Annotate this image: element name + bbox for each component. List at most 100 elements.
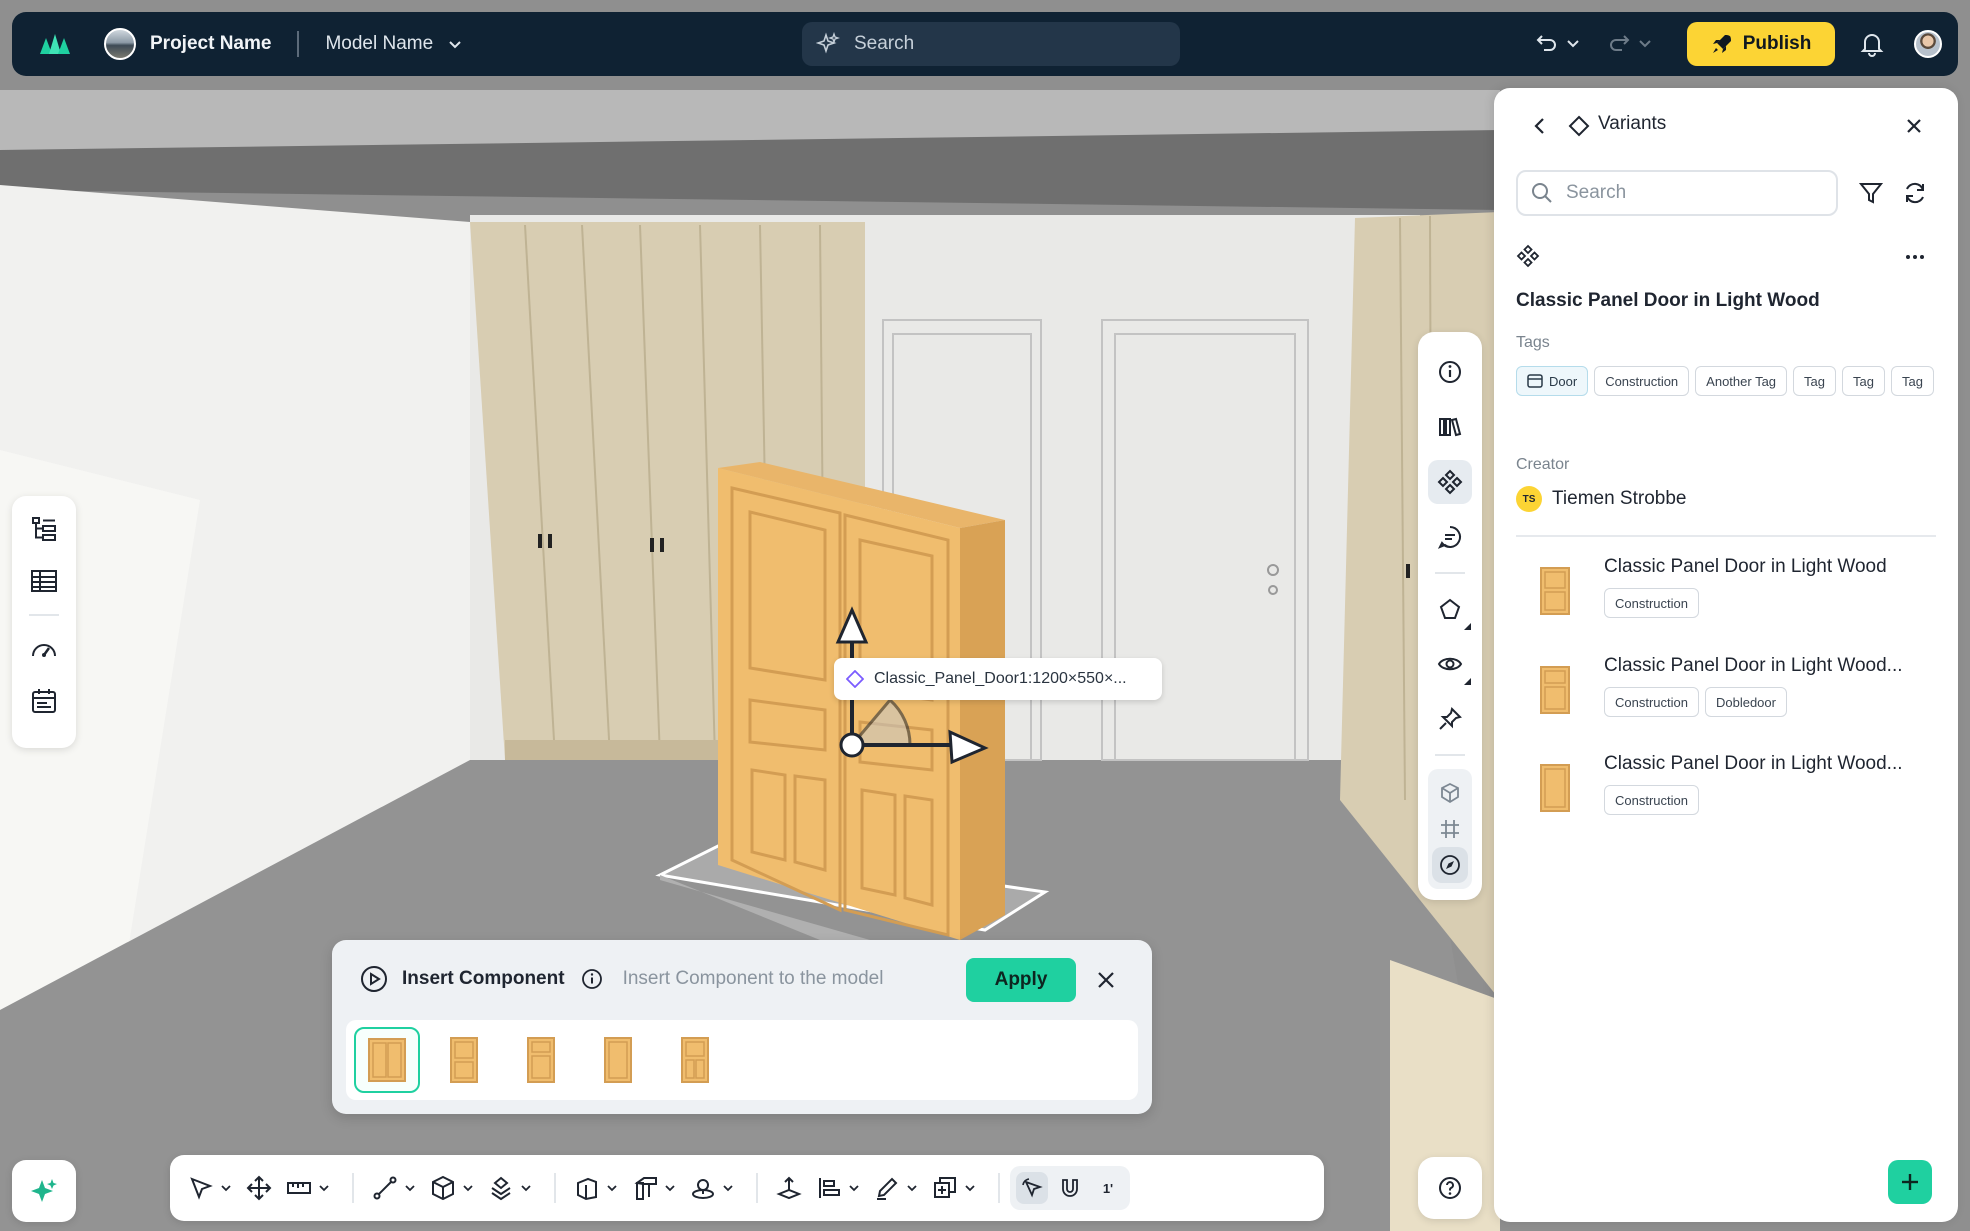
close-icon[interactable] [1094,968,1118,992]
insert-component-title: Insert Component [402,968,565,989]
model-tree-icon[interactable] [29,514,59,544]
comments-button[interactable] [1428,515,1472,559]
insert-component-header: Insert Component Insert Component to the… [360,958,883,1000]
redo-icon[interactable] [1606,30,1632,56]
magnet-snap-toggle[interactable] [1054,1172,1086,1204]
project-name[interactable]: Project Name [150,33,271,55]
variants-search-placeholder: Search [1566,182,1627,203]
help-button[interactable] [1418,1157,1482,1219]
bottom-toolbar: 1' [170,1155,1324,1221]
tag-another[interactable]: Another Tag [1695,366,1788,396]
library-books-icon [1439,417,1462,437]
ruler-icon [287,1182,311,1194]
draw-tool[interactable] [874,1175,918,1201]
tag-generic[interactable]: Tag [1793,366,1837,396]
schedule-calendar-icon[interactable] [29,686,59,716]
component-thumbnail[interactable] [354,1027,420,1093]
undo-history-chevron-icon[interactable] [1566,36,1580,50]
grid-view-button[interactable] [1432,811,1468,847]
tag-generic[interactable]: Tag [1890,366,1934,396]
chevron-down-icon [849,1185,859,1192]
select-tool[interactable] [188,1175,232,1201]
door-thumbnail-icon [527,1037,555,1083]
compass-button[interactable] [1432,847,1468,883]
refresh-icon[interactable] [1902,180,1928,206]
back-chevron-icon[interactable] [1530,116,1550,136]
performance-gauge-icon[interactable] [29,634,59,664]
stack-layers-icon [491,1176,511,1201]
layers-tool[interactable] [488,1175,532,1201]
creator[interactable]: TS Tiemen Strobbe [1516,486,1686,512]
grid-icon [1441,820,1459,838]
info-button[interactable] [1428,350,1472,394]
pen-icon [877,1177,898,1200]
snapping-group: 1' [1010,1166,1130,1210]
right-toolbar [1418,332,1482,900]
redo-history-chevron-icon[interactable] [1638,36,1652,50]
copy-array-icon [934,1177,956,1198]
table-icon[interactable] [29,566,59,596]
section-plane-icon [1439,598,1461,619]
app-logo-icon[interactable] [40,32,70,56]
creator-name: Tiemen Strobbe [1552,488,1687,509]
selected-object-label[interactable]: Classic_Panel_Door1:1200×550×... [834,658,1162,700]
components-button[interactable] [1428,460,1472,504]
undo-icon[interactable] [1534,30,1560,56]
measure-tool[interactable] [286,1175,330,1201]
variants-search-input[interactable]: Search [1516,170,1838,216]
tag-door[interactable]: Door [1516,366,1589,396]
variant-tag: Dobledoor [1704,687,1787,717]
model-chevron-down-icon[interactable] [447,36,463,52]
model-name[interactable]: Model Name [325,33,433,55]
component-thumbnail[interactable] [508,1027,574,1093]
notifications-bell-icon[interactable] [1858,30,1886,58]
line-tool[interactable] [372,1175,416,1201]
variant-item[interactable]: Classic Panel Door in Light Wood... Cons… [1524,651,1944,731]
tag-generic[interactable]: Tag [1842,366,1885,396]
copy-tool[interactable] [932,1175,976,1201]
structure-tool[interactable] [632,1175,676,1201]
align-tool[interactable] [816,1175,860,1201]
variant-name: Classic Panel Door in Light Wood... [1604,655,1903,676]
move-arrows-icon [246,1175,272,1201]
insert-component-panel: Insert Component Insert Component to the… [332,940,1152,1114]
toolbar-divider [352,1173,354,1203]
solid-tool[interactable] [430,1175,474,1201]
snap-increment[interactable]: 1' [1092,1172,1124,1204]
view-3d-button[interactable] [1432,775,1468,811]
more-options-icon[interactable] [1902,244,1928,270]
section-button[interactable] [1428,587,1472,631]
variant-item[interactable]: Classic Panel Door in Light Wood... Cons… [1524,749,1944,829]
push-pull-tool[interactable] [776,1175,802,1201]
project-thumbnail[interactable] [104,28,136,60]
wall-tool[interactable] [574,1175,618,1201]
close-icon[interactable] [1904,116,1924,136]
component-thumbnail[interactable] [662,1027,728,1093]
ai-assistant-button[interactable] [12,1160,76,1222]
component-thumbnail[interactable] [585,1027,651,1093]
tag-construction[interactable]: Construction [1594,366,1690,396]
chevron-down-icon [405,1185,415,1192]
component-name: Classic Panel Door in Light Wood [1516,290,1820,311]
component-thumbnail[interactable] [431,1027,497,1093]
library-button[interactable] [1428,405,1472,449]
place-component-tool[interactable] [690,1175,734,1201]
global-search[interactable]: Search [802,22,1180,66]
chevron-down-icon [907,1185,917,1192]
undo-redo-group [1534,30,1652,56]
visibility-menu-indicator [1464,678,1471,685]
variant-item[interactable]: Classic Panel Door in Light Wood Constru… [1524,552,1944,632]
snap-select-toggle[interactable] [1016,1172,1048,1204]
filter-funnel-icon[interactable] [1858,180,1884,206]
visibility-button[interactable] [1428,642,1472,686]
pin-button[interactable] [1428,697,1472,741]
apply-button[interactable]: Apply [966,958,1076,1002]
variant-name: Classic Panel Door in Light Wood... [1604,753,1903,774]
move-tool[interactable] [246,1175,272,1201]
chevron-down-icon [463,1185,473,1192]
info-icon[interactable] [581,968,603,990]
add-variant-button[interactable] [1888,1160,1932,1204]
publish-button[interactable]: Publish [1687,22,1835,66]
user-avatar[interactable] [1914,30,1942,58]
component-diamond-icon [846,670,864,688]
